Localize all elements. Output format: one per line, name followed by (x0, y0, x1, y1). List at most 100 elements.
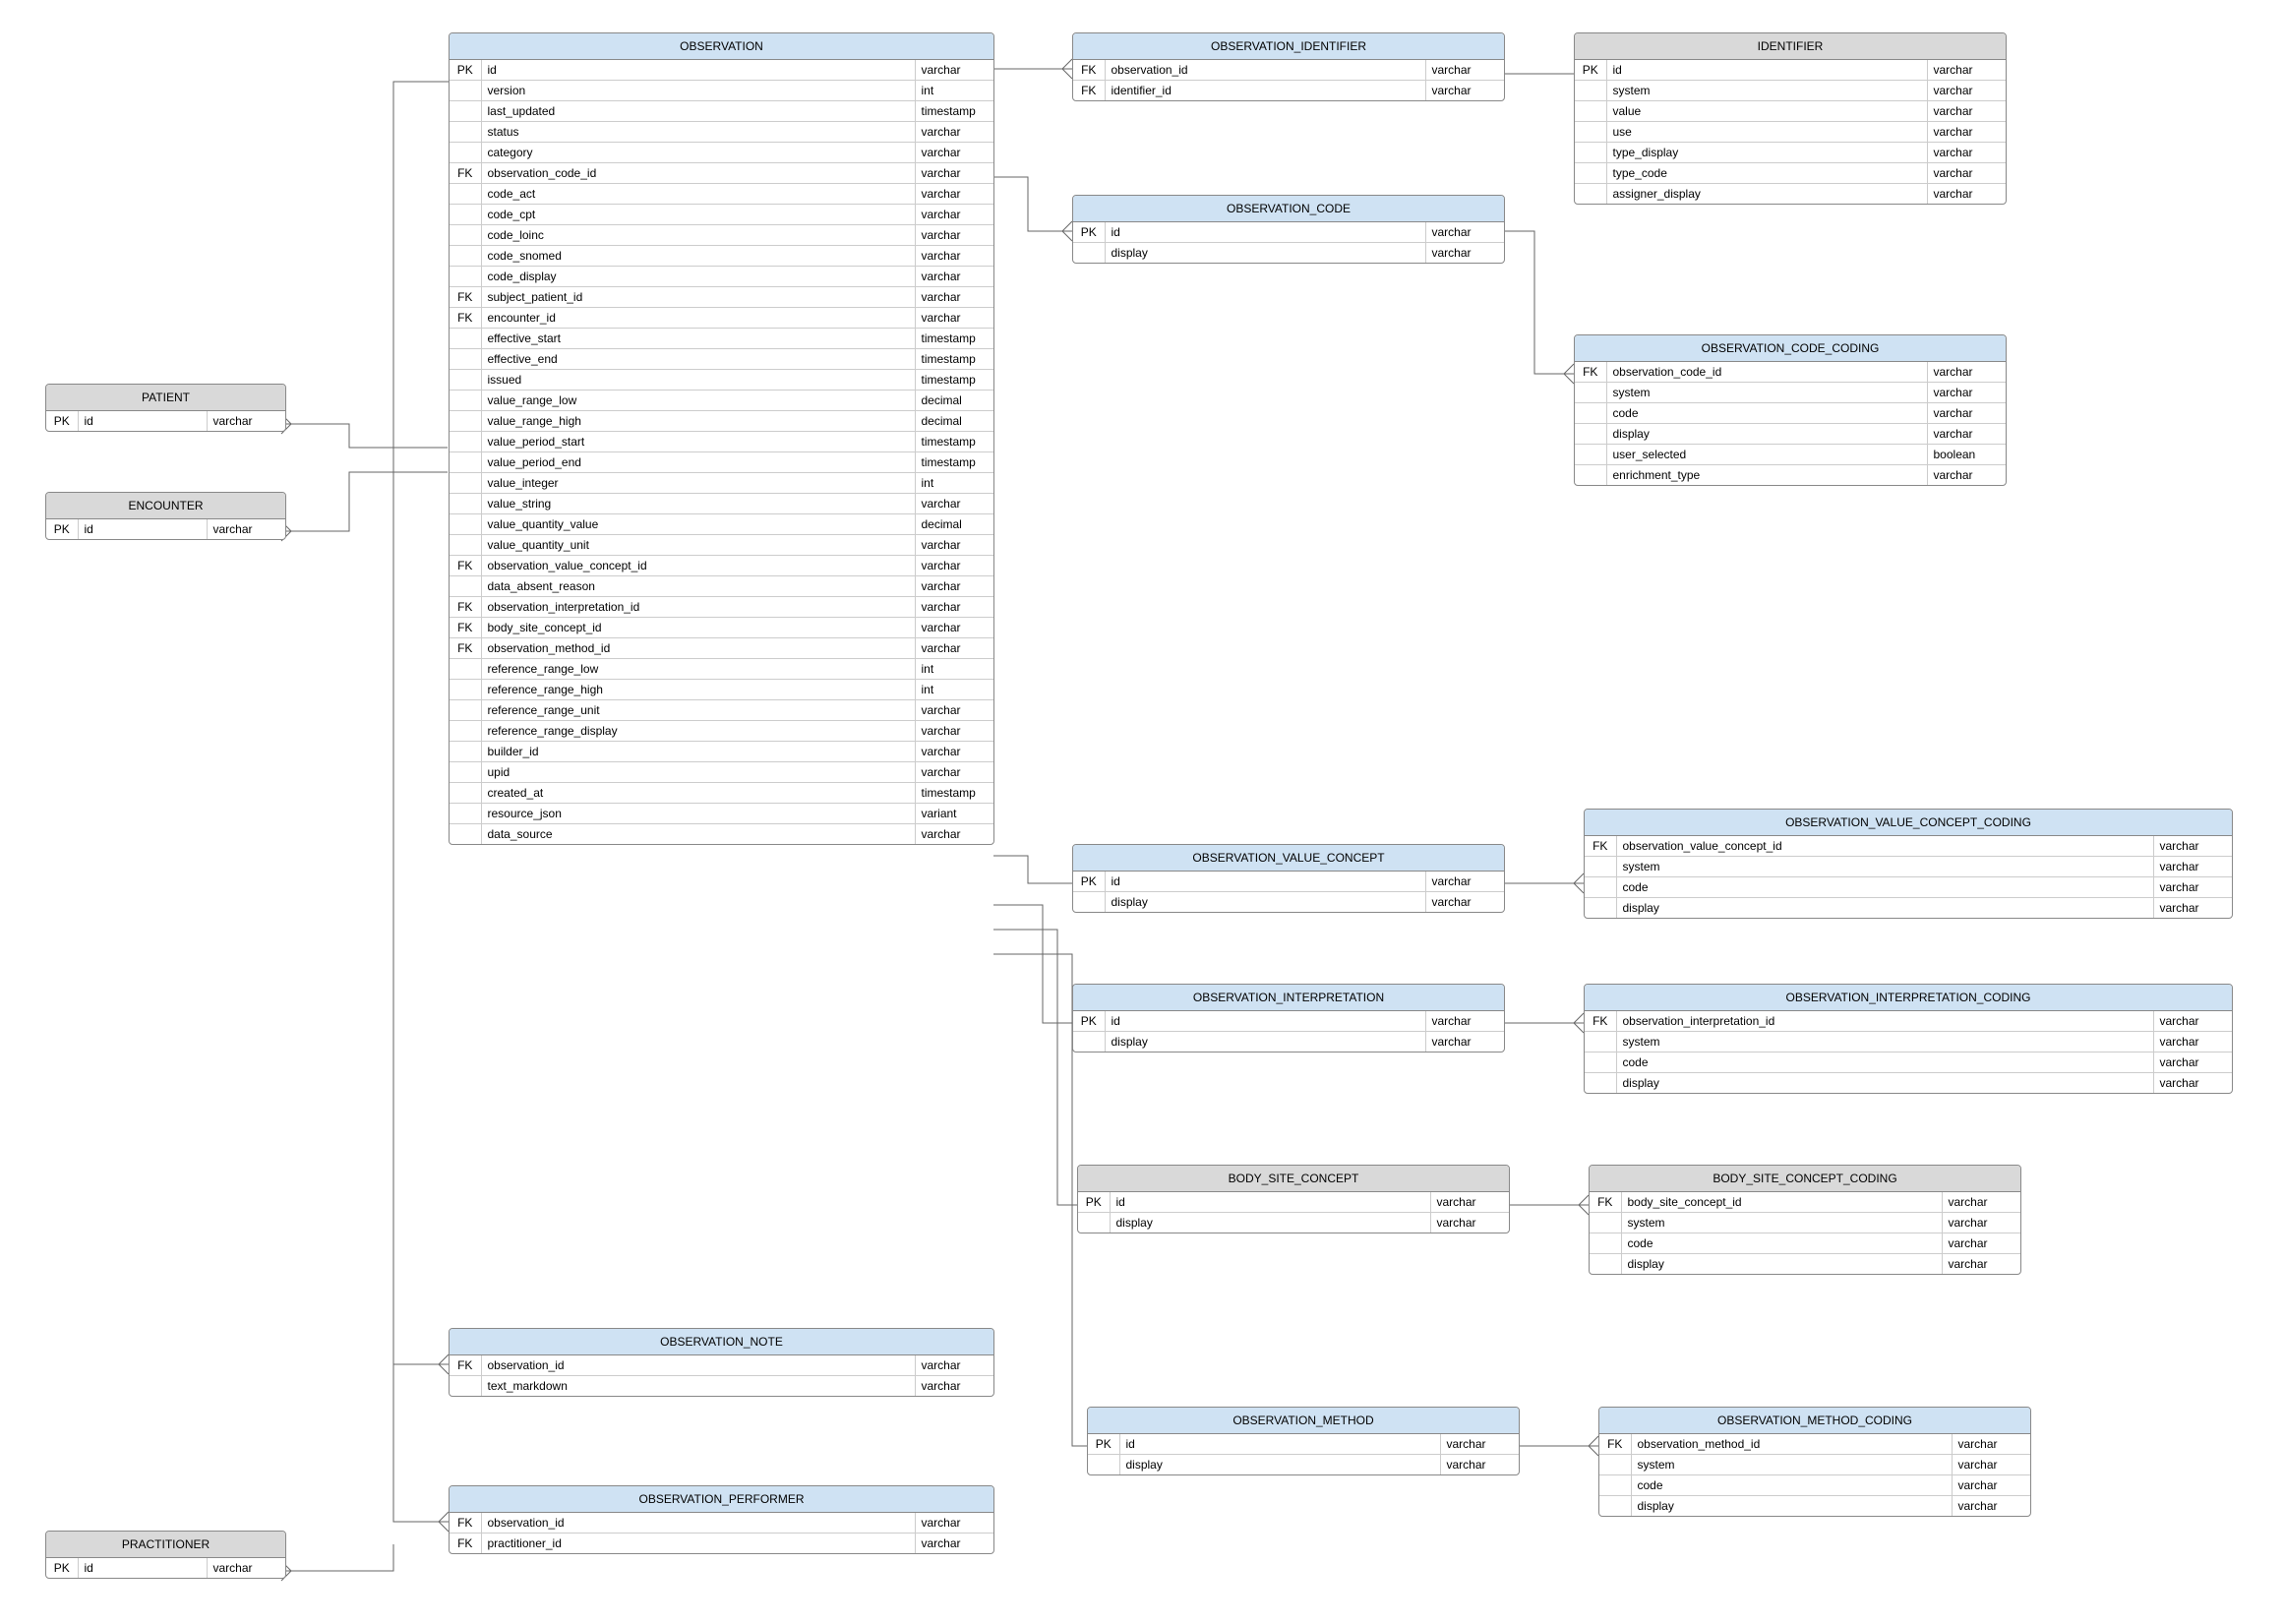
key-cell (450, 349, 481, 370)
type-cell: timestamp (915, 452, 993, 473)
key-cell (1590, 1233, 1621, 1254)
type-cell: varchar (2153, 1053, 2232, 1073)
field-cell: enrichment_type (1606, 465, 1927, 486)
entity-observation: OBSERVATION PKidvarcharversionintlast_up… (449, 32, 994, 845)
key-cell: FK (450, 1355, 481, 1376)
entity-fields-observation_value_concept: PKidvarchardisplayvarchar (1073, 872, 1504, 912)
type-cell: int (915, 81, 993, 101)
key-cell: PK (46, 519, 78, 539)
field-cell: value_period_end (481, 452, 915, 473)
table-row: FKobservation_idvarchar (1073, 60, 1504, 81)
field-cell: value_range_high (481, 411, 915, 432)
type-cell: timestamp (915, 432, 993, 452)
table-row: PKidvarchar (1073, 1011, 1504, 1032)
key-cell: FK (450, 597, 481, 618)
table-row: FKbody_site_concept_idvarchar (450, 618, 993, 638)
table-row: code_cptvarchar (450, 205, 993, 225)
key-cell (450, 143, 481, 163)
type-cell: varchar (2153, 877, 2232, 898)
field-cell: created_at (481, 783, 915, 804)
table-row: type_displayvarchar (1575, 143, 2006, 163)
type-cell: varchar (2153, 1011, 2232, 1032)
field-cell: builder_id (481, 742, 915, 762)
field-cell: code_snomed (481, 246, 915, 267)
key-cell (450, 659, 481, 680)
entity-fields-observation_interpretation_coding: FKobservation_interpretation_idvarcharsy… (1585, 1011, 2232, 1093)
table-row: issuedtimestamp (450, 370, 993, 391)
table-row: FKobservation_interpretation_idvarchar (450, 597, 993, 618)
key-cell (450, 494, 481, 514)
key-cell (450, 1376, 481, 1397)
field-cell: assigner_display (1606, 184, 1927, 205)
type-cell: varchar (1927, 60, 2006, 81)
type-cell: varchar (915, 308, 993, 329)
entity-fields-observation_method_coding: FKobservation_method_idvarcharsystemvarc… (1599, 1434, 2030, 1516)
table-row: FKobservation_method_idvarchar (1599, 1434, 2030, 1455)
entity-fields-observation_note: FKobservation_idvarchartext_markdownvarc… (450, 1355, 993, 1396)
entity-header: OBSERVATION_PERFORMER (450, 1486, 993, 1513)
field-cell: last_updated (481, 101, 915, 122)
key-cell: FK (1585, 1011, 1616, 1032)
table-row: text_markdownvarchar (450, 1376, 993, 1397)
field-cell: upid (481, 762, 915, 783)
entity-header: ENCOUNTER (46, 493, 285, 519)
field-cell: system (1606, 81, 1927, 101)
entity-observation-value-concept: OBSERVATION_VALUE_CONCEPT PKidvarchardis… (1072, 844, 1505, 913)
key-cell: FK (1599, 1434, 1631, 1455)
key-cell (1575, 143, 1606, 163)
table-row: FKsubject_patient_idvarchar (450, 287, 993, 308)
type-cell: decimal (915, 514, 993, 535)
field-cell: code_cpt (481, 205, 915, 225)
type-cell: varchar (915, 762, 993, 783)
table-row: code_loincvarchar (450, 225, 993, 246)
entity-header: OBSERVATION (450, 33, 993, 60)
key-cell (1590, 1254, 1621, 1275)
field-cell: display (1606, 424, 1927, 445)
type-cell: varchar (915, 60, 993, 81)
table-row: effective_endtimestamp (450, 349, 993, 370)
table-row: value_range_lowdecimal (450, 391, 993, 411)
entity-observation-value-concept-coding: OBSERVATION_VALUE_CONCEPT_CODING FKobser… (1584, 809, 2233, 919)
key-cell (1073, 243, 1105, 264)
field-cell: code_act (481, 184, 915, 205)
key-cell (1585, 1053, 1616, 1073)
field-cell: observation_method_id (1631, 1434, 1952, 1455)
type-cell: varchar (2153, 898, 2232, 919)
table-row: displayvarchar (1088, 1455, 1519, 1475)
field-cell: id (1606, 60, 1927, 81)
table-row: statusvarchar (450, 122, 993, 143)
key-cell (1599, 1496, 1631, 1517)
table-row: value_quantity_valuedecimal (450, 514, 993, 535)
type-cell: varchar (1425, 243, 1504, 264)
key-cell: PK (1575, 60, 1606, 81)
type-cell: timestamp (915, 329, 993, 349)
field-cell: id (1105, 222, 1425, 243)
type-cell: int (915, 680, 993, 700)
field-cell: observation_code_id (481, 163, 915, 184)
field-cell: data_source (481, 824, 915, 845)
field-cell: issued (481, 370, 915, 391)
key-cell (450, 411, 481, 432)
type-cell: varchar (915, 535, 993, 556)
table-row: FKobservation_value_concept_idvarchar (1585, 836, 2232, 857)
type-cell: varchar (1440, 1455, 1519, 1475)
field-cell: body_site_concept_id (481, 618, 915, 638)
entity-fields-body_site_concept: PKidvarchardisplayvarchar (1078, 1192, 1509, 1233)
field-cell: identifier_id (1105, 81, 1425, 101)
field-cell: id (1110, 1192, 1430, 1213)
table-row: PKidvarchar (1575, 60, 2006, 81)
table-row: type_codevarchar (1575, 163, 2006, 184)
entity-observation-code: OBSERVATION_CODE PKidvarchardisplayvarch… (1072, 195, 1505, 264)
key-cell (1575, 122, 1606, 143)
field-cell: effective_end (481, 349, 915, 370)
key-cell (1088, 1455, 1119, 1475)
entity-fields-body_site_concept_coding: FKbody_site_concept_idvarcharsystemvarch… (1590, 1192, 2020, 1274)
key-cell (1575, 403, 1606, 424)
type-cell: varchar (1425, 892, 1504, 913)
field-cell: id (78, 519, 207, 539)
table-row: value_stringvarchar (450, 494, 993, 514)
table-row: codevarchar (1599, 1475, 2030, 1496)
table-row: FKobservation_method_idvarchar (450, 638, 993, 659)
entity-observation-identifier: OBSERVATION_IDENTIFIER FKobservation_idv… (1072, 32, 1505, 101)
type-cell: varchar (2153, 1073, 2232, 1094)
